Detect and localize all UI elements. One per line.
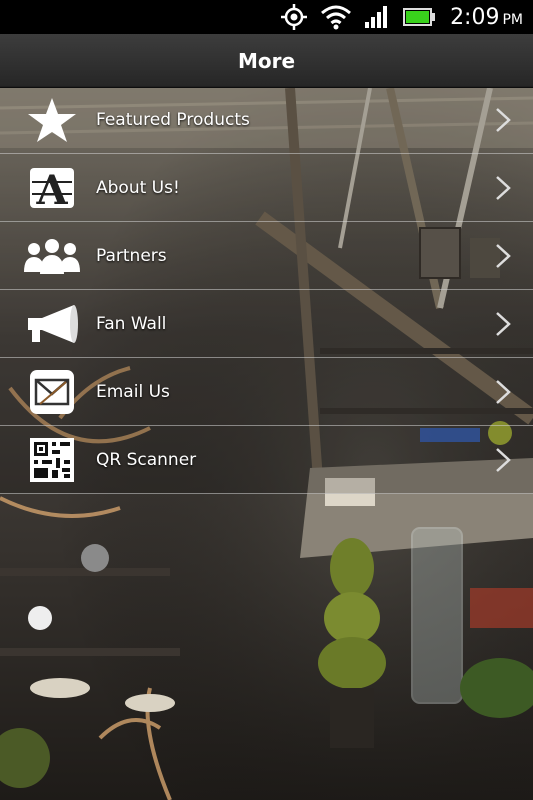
menu-item-qr-scanner[interactable]: QR Scanner (0, 426, 533, 494)
menu-item-about-us[interactable]: A About Us! (0, 154, 533, 222)
chevron-right-icon (496, 243, 511, 268)
menu-item-label: Fan Wall (96, 313, 167, 334)
chevron-right-icon (496, 107, 511, 132)
people-icon (22, 232, 82, 280)
wifi-icon (320, 4, 352, 30)
menu-item-featured-products[interactable]: Featured Products (0, 86, 533, 154)
megaphone-icon (22, 300, 82, 348)
chevron-right-icon (496, 175, 511, 200)
menu-item-fan-wall[interactable]: Fan Wall (0, 290, 533, 358)
gps-icon (280, 3, 308, 31)
chevron-right-icon (496, 311, 511, 336)
menu-item-email-us[interactable]: Email Us (0, 358, 533, 426)
clock: 2:09 PM (450, 4, 523, 30)
menu-item-label: Partners (96, 245, 167, 266)
chevron-right-icon (496, 379, 511, 404)
status-bar: 2:09 PM (0, 0, 533, 34)
menu-item-label: Featured Products (96, 109, 250, 130)
menu-item-label: QR Scanner (96, 449, 197, 470)
title-bar: More (0, 34, 533, 88)
menu-item-label: Email Us (96, 381, 170, 402)
star-icon (22, 96, 82, 144)
letter-a-icon: A (22, 164, 82, 212)
more-menu: Featured Products A About Us! Partners F… (0, 86, 533, 494)
page-title: More (237, 48, 296, 73)
envelope-icon (22, 368, 82, 416)
menu-item-partners[interactable]: Partners (0, 222, 533, 290)
battery-icon (402, 7, 436, 27)
signal-icon (364, 5, 390, 29)
qr-code-icon (22, 436, 82, 484)
chevron-right-icon (496, 447, 511, 472)
svg-text:A: A (35, 167, 68, 212)
menu-item-label: About Us! (96, 177, 180, 198)
